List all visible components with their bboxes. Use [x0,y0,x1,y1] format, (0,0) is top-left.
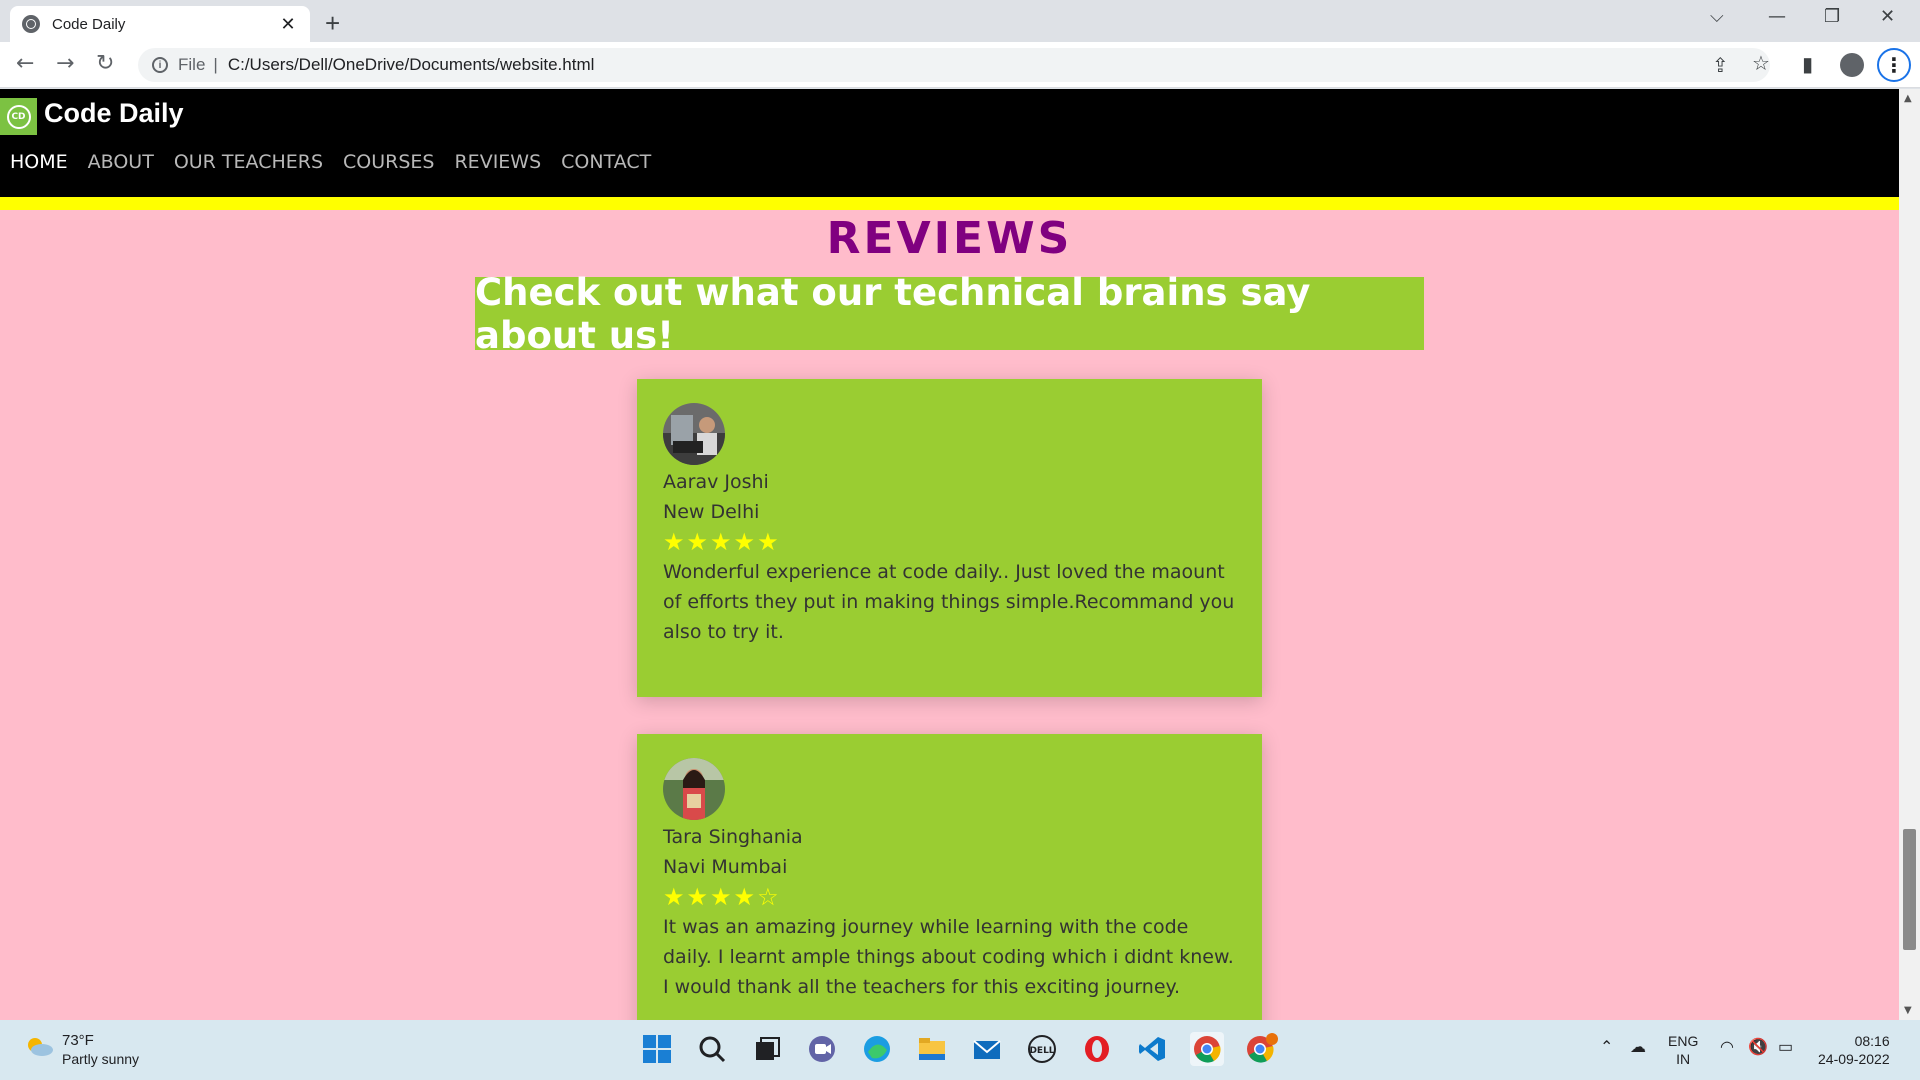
volume-muted-icon[interactable]: 🔇 [1748,1037,1768,1080]
tab-title: Code Daily [52,15,126,33]
weather-widget[interactable]: 73°F Partly sunny [62,1032,139,1067]
reviewer-name: Aarav Joshi [663,471,769,493]
nav-courses[interactable]: COURSES [343,151,434,173]
dell-icon[interactable]: DELL [1025,1032,1059,1066]
reviewer-avatar [663,403,725,465]
vscode-icon[interactable] [1135,1032,1169,1066]
browser-toolbar: ← → ↻ i File | C:/Users/Dell/OneDrive/Do… [0,42,1920,88]
opera-icon[interactable] [1080,1032,1114,1066]
nav-about[interactable]: ABOUT [88,151,154,173]
onedrive-cloud-icon[interactable]: ☁ [1630,1037,1646,1080]
review-text: Wonderful experience at code daily.. Jus… [663,561,1235,643]
reviewer-name: Tara Singhania [663,826,803,848]
share-icon[interactable]: ⇪ [1712,53,1729,77]
reviewer-city: Navi Mumbai [663,856,788,878]
nav-contact[interactable]: CONTACT [561,151,651,173]
review-card: Tara Singhania Navi Mumbai ★★★★☆ It was … [637,734,1262,1020]
site-nav: HOME ABOUT OUR TEACHERS COURSES REVIEWS … [10,151,651,173]
header-divider [0,197,1899,210]
chrome-icon[interactable] [1190,1032,1224,1066]
mail-icon[interactable] [970,1032,1004,1066]
address-bar[interactable]: i File | C:/Users/Dell/OneDrive/Document… [138,48,1770,82]
clock-date: 24-09-2022 [1818,1051,1890,1067]
bookmark-star-icon[interactable]: ☆ [1752,51,1770,75]
address-scheme: File [178,55,206,74]
file-explorer-icon[interactable] [915,1032,949,1066]
language-code: ENG [1668,1033,1699,1049]
chrome-profile-icon[interactable] [1245,1032,1279,1066]
back-arrow-icon[interactable]: ← [16,51,34,76]
page-viewport: CD Code Daily HOME ABOUT OUR TEACHERS CO… [0,89,1899,1020]
windows-start-icon[interactable] [640,1032,674,1066]
site-info-icon[interactable]: i [152,57,168,73]
review-card: Aarav Joshi New Delhi ★★★★★ Wonderful ex… [637,379,1262,697]
language-region: IN [1676,1051,1691,1067]
battery-icon[interactable]: ▭ [1778,1037,1793,1080]
scrollbar-thumb[interactable] [1903,829,1916,950]
nav-home[interactable]: HOME [10,151,68,173]
tab-close-icon[interactable]: ✕ [278,14,298,35]
profile-avatar-icon[interactable] [1840,53,1864,77]
minimize-icon[interactable]: — [1768,6,1786,27]
star-rating: ★★★★★ [663,528,781,556]
weather-condition: Partly sunny [62,1051,140,1067]
new-tab-button[interactable]: + [325,8,340,39]
star-rating: ★★★★☆ [663,883,781,911]
site-brand[interactable]: Code Daily [44,98,184,129]
address-separator: | [213,55,218,74]
system-clock[interactable]: 08:16 24-09-2022 [1818,1032,1890,1080]
window-close-icon[interactable]: ✕ [1880,6,1895,27]
scroll-down-icon[interactable]: ▼ [1904,1005,1912,1016]
wifi-icon[interactable]: ◠ [1720,1037,1734,1080]
scroll-up-icon[interactable]: ▲ [1904,93,1912,104]
reviewer-avatar [663,758,725,820]
partly-sunny-icon[interactable] [24,1034,54,1058]
review-text: It was an amazing journey while learning… [663,916,1234,998]
teams-chat-icon[interactable] [805,1032,839,1066]
address-url[interactable]: C:/Users/Dell/OneDrive/Documents/website… [228,55,595,75]
tray-chevron-icon[interactable]: ⌃ [1600,1037,1613,1080]
language-indicator[interactable]: ENG IN [1668,1032,1698,1080]
reviews-banner: Check out what our technical brains say … [475,271,1424,357]
edge-browser-icon[interactable] [860,1032,894,1066]
browser-menu-icon[interactable]: ⋮ [1877,48,1911,82]
nav-our-teachers[interactable]: OUR TEACHERS [174,151,323,173]
reviews-heading: REVIEWS [826,213,1073,264]
site-logo[interactable]: CD [0,98,37,135]
page-scrollbar[interactable]: ▲ ▼ [1899,89,1920,1020]
site-header: CD Code Daily HOME ABOUT OUR TEACHERS CO… [0,89,1899,197]
logo-mark: CD [6,104,31,129]
reload-icon[interactable]: ↻ [96,51,114,76]
browser-tab[interactable]: Code Daily ✕ [10,6,310,42]
tab-search-chevron-icon[interactable]: ⌵ [1710,6,1724,27]
task-view-icon[interactable] [750,1032,784,1066]
search-icon[interactable] [695,1032,729,1066]
restore-icon[interactable]: ❐ [1824,6,1840,27]
svg-text:DELL: DELL [1029,1046,1054,1056]
nav-reviews[interactable]: REVIEWS [454,151,541,173]
globe-icon [22,15,40,33]
side-panel-icon[interactable]: ▮ [1802,52,1813,76]
browser-tab-bar: Code Daily ✕ + ⌵ — ❐ ✕ [0,0,1920,42]
clock-time: 08:16 [1854,1033,1890,1049]
forward-arrow-icon[interactable]: → [56,51,74,76]
reviewer-city: New Delhi [663,501,760,523]
weather-temperature: 73°F [62,1032,94,1049]
